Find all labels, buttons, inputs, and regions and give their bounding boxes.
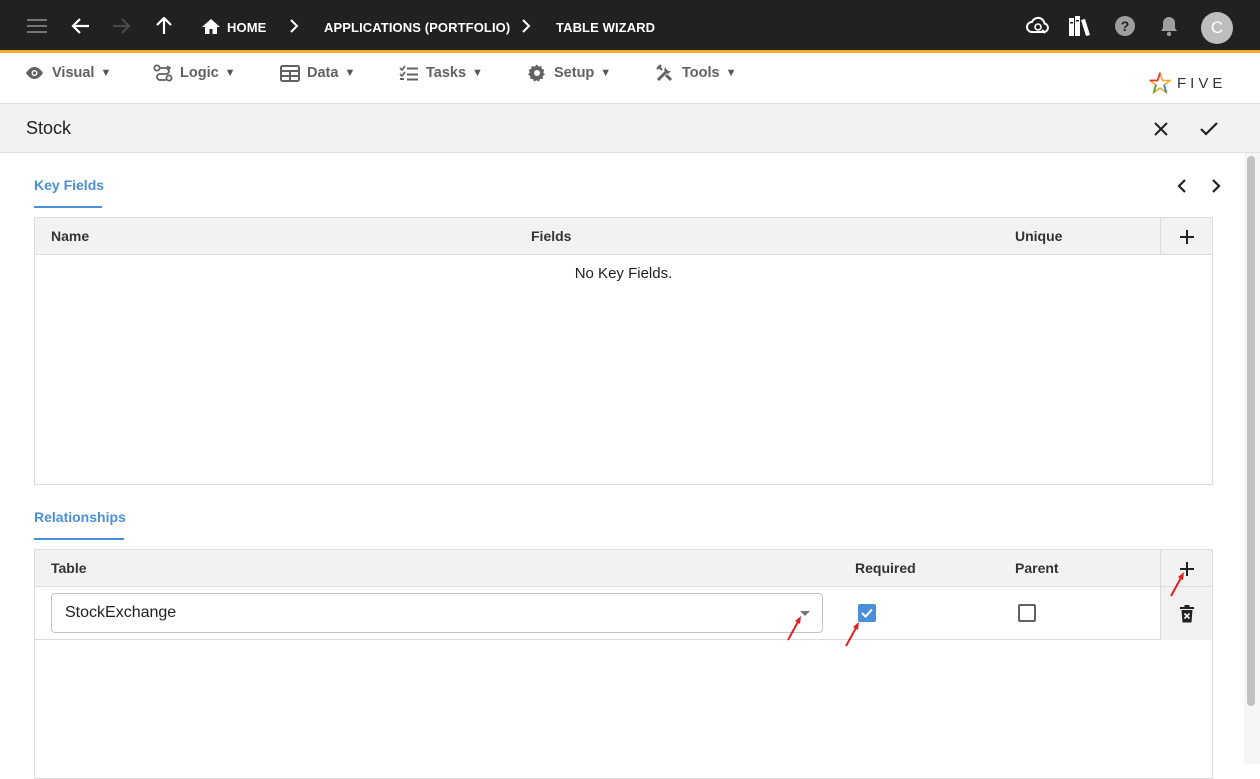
menu-logic-label: Logic xyxy=(180,65,219,81)
key-fields-grid: Name Fields Unique No Key Fields. xyxy=(34,217,1213,485)
menu-visual-label: Visual xyxy=(52,65,95,81)
forward-arrow-icon[interactable] xyxy=(108,13,134,39)
cancel-button[interactable] xyxy=(1148,116,1174,142)
menu-tasks[interactable]: Tasks ▼ xyxy=(399,63,483,83)
tasks-icon xyxy=(399,64,418,80)
tab-key-fields-underline xyxy=(34,206,102,208)
check-icon xyxy=(1200,122,1218,136)
menu-caret: ▼ xyxy=(472,67,483,79)
user-avatar[interactable]: C xyxy=(1201,12,1233,44)
menu-caret: ▼ xyxy=(600,67,612,79)
table-icon xyxy=(280,64,300,82)
plus-icon xyxy=(1179,229,1194,244)
breadcrumb-home[interactable]: HOME xyxy=(227,20,266,35)
help-icon[interactable]: ? xyxy=(1112,13,1138,39)
library-books-icon[interactable] xyxy=(1067,13,1093,39)
menu-setup-label: Setup xyxy=(554,65,595,81)
menu-logic[interactable]: Logic ▼ xyxy=(153,63,236,83)
back-arrow-icon[interactable] xyxy=(68,13,94,39)
menu-tools-label: Tools xyxy=(682,65,720,81)
eye-icon xyxy=(26,67,43,79)
column-header-name[interactable]: Name xyxy=(51,228,89,244)
tools-icon xyxy=(656,64,673,82)
menu-setup[interactable]: Setup ▼ xyxy=(527,63,611,83)
hamburger-menu-icon[interactable] xyxy=(24,13,50,39)
close-icon xyxy=(1154,122,1168,136)
menu-caret: ▼ xyxy=(100,67,112,79)
tab-key-fields[interactable]: Key Fields xyxy=(34,177,104,193)
tab-relationships[interactable]: Relationships xyxy=(34,509,126,525)
column-header-fields[interactable]: Fields xyxy=(531,228,571,244)
save-button[interactable] xyxy=(1196,116,1222,142)
table-select-value: StockExchange xyxy=(65,604,177,621)
key-fields-grid-header: Name Fields Unique xyxy=(35,218,1212,255)
column-header-table[interactable]: Table xyxy=(51,560,87,576)
home-icon[interactable] xyxy=(198,13,224,39)
cloud-sync-icon[interactable] xyxy=(1025,13,1051,39)
add-key-field-button[interactable] xyxy=(1160,218,1212,255)
previous-page-button[interactable] xyxy=(1172,176,1192,196)
table-row: StockExchange xyxy=(35,587,1212,640)
menu-tasks-label: Tasks xyxy=(426,65,467,81)
breadcrumb-chevron-icon xyxy=(513,13,539,39)
logo-text: FIVE xyxy=(1177,74,1227,92)
chevron-right-icon xyxy=(1212,179,1221,193)
tab-relationships-underline xyxy=(34,538,124,540)
app-top-bar: HOME APPLICATIONS (PORTFOLIO) TABLE WIZA… xyxy=(0,0,1260,53)
gear-icon xyxy=(528,64,545,82)
five-star-logo-icon xyxy=(1149,72,1171,94)
menu-tools[interactable]: Tools ▼ xyxy=(655,63,736,83)
annotation-arrow-required xyxy=(845,622,859,647)
delete-trash-icon xyxy=(1179,604,1194,622)
next-page-button[interactable] xyxy=(1206,176,1226,196)
column-header-parent[interactable]: Parent xyxy=(1015,560,1059,576)
parent-checkbox[interactable] xyxy=(1018,604,1036,622)
notifications-bell-icon[interactable] xyxy=(1156,13,1182,39)
column-header-required[interactable]: Required xyxy=(855,560,916,576)
chevron-left-icon xyxy=(1177,179,1186,193)
breadcrumb-chevron-icon xyxy=(281,13,307,39)
logic-icon xyxy=(153,64,173,82)
breadcrumb-applications[interactable]: APPLICATIONS (PORTFOLIO) xyxy=(324,20,510,35)
relationships-grid: Table Required Parent StockExchange xyxy=(34,549,1213,779)
menu-data-label: Data xyxy=(307,65,339,81)
five-logo: FIVE xyxy=(1149,70,1241,96)
annotation-arrow-add xyxy=(1170,572,1184,597)
menu-visual[interactable]: Visual ▼ xyxy=(24,63,111,83)
empty-state-message: No Key Fields. xyxy=(574,265,673,282)
checkmark-icon xyxy=(861,608,873,618)
menu-caret: ▼ xyxy=(224,67,236,79)
form-title: Stock xyxy=(26,118,72,138)
relationships-grid-header: Table Required Parent xyxy=(35,550,1212,587)
up-arrow-icon[interactable] xyxy=(151,13,177,39)
main-menu-bar: Visual ▼ Logic ▼ Data ▼ Tasks ▼ Setup ▼ Tools… xyxy=(0,56,1260,104)
column-header-unique[interactable]: Unique xyxy=(1015,228,1062,244)
table-select[interactable]: StockExchange xyxy=(51,593,823,633)
menu-caret: ▼ xyxy=(725,67,737,79)
menu-caret: ▼ xyxy=(344,67,356,79)
svg-text:?: ? xyxy=(1121,18,1130,34)
form-header: Stock xyxy=(0,104,1260,153)
scrollbar-thumb[interactable] xyxy=(1247,156,1255,706)
menu-data[interactable]: Data ▼ xyxy=(280,63,355,83)
annotation-arrow-dropdown xyxy=(787,616,801,641)
breadcrumb-table-wizard[interactable]: TABLE WIZARD xyxy=(556,20,655,35)
